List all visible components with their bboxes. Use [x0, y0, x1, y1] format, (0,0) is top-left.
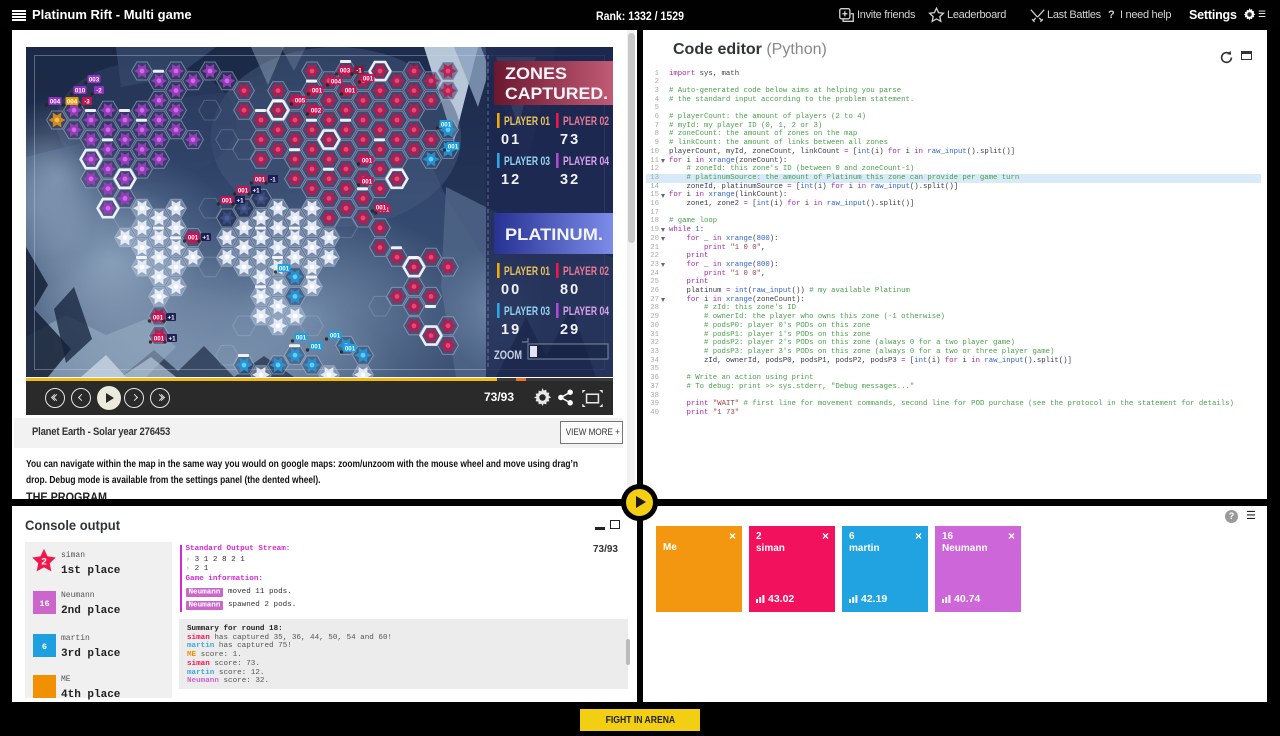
- svg-text:002: 002: [311, 107, 322, 114]
- svg-text:001: 001: [255, 176, 266, 183]
- svg-text:19: 19: [501, 322, 521, 338]
- svg-text:+1: +1: [167, 314, 175, 321]
- svg-text:00: 00: [501, 282, 521, 298]
- svg-text:01: 01: [501, 132, 521, 148]
- svg-text:PLAYER 01: PLAYER 01: [504, 266, 550, 278]
- svg-text:2: 2: [41, 557, 46, 568]
- svg-text:001: 001: [312, 87, 323, 94]
- svg-text:73: 73: [560, 132, 580, 148]
- svg-text:001: 001: [363, 75, 374, 82]
- svg-text:001: 001: [376, 204, 387, 211]
- svg-text:32: 32: [560, 172, 580, 188]
- svg-text:001: 001: [362, 157, 373, 164]
- svg-text:6: 6: [41, 641, 46, 651]
- svg-text:PLAYER 03: PLAYER 03: [504, 156, 550, 168]
- svg-text:004: 004: [331, 78, 342, 85]
- svg-text:004: 004: [67, 98, 78, 105]
- svg-text:001: 001: [448, 143, 459, 150]
- svg-text:ZOOM: ZOOM: [494, 348, 522, 362]
- svg-text:001: 001: [330, 332, 341, 339]
- svg-text:001: 001: [441, 121, 452, 128]
- svg-text:001: 001: [345, 345, 356, 352]
- svg-text:001: 001: [362, 178, 373, 185]
- svg-text:ZONES: ZONES: [505, 65, 567, 83]
- svg-text:CAPTURED.: CAPTURED.: [505, 85, 608, 103]
- svg-text:001: 001: [279, 265, 290, 272]
- svg-text:005: 005: [295, 97, 306, 104]
- svg-text:+1: +1: [168, 335, 176, 342]
- svg-text:004: 004: [50, 98, 61, 105]
- svg-text:001: 001: [153, 314, 164, 321]
- svg-text:001: 001: [238, 187, 249, 194]
- svg-text:PLAYER 04: PLAYER 04: [563, 306, 609, 318]
- svg-text:-1: -1: [270, 176, 276, 183]
- svg-text:001: 001: [345, 87, 356, 94]
- svg-text:+1: +1: [202, 234, 210, 241]
- svg-text:-3: -3: [84, 98, 90, 105]
- svg-text:001: 001: [311, 343, 322, 350]
- svg-text:PLAYER 03: PLAYER 03: [504, 306, 550, 318]
- svg-text:PLAYER 01: PLAYER 01: [504, 116, 550, 128]
- svg-text:PLAYER 04: PLAYER 04: [563, 156, 609, 168]
- svg-text:003: 003: [89, 76, 100, 83]
- svg-text:+1: +1: [236, 197, 244, 204]
- svg-text:PLAYER 02: PLAYER 02: [563, 116, 609, 128]
- svg-text:001: 001: [222, 197, 233, 204]
- svg-text:001: 001: [296, 334, 307, 341]
- svg-text:003: 003: [340, 67, 351, 74]
- svg-text:-1: -1: [356, 67, 362, 74]
- svg-text:PLAYER 02: PLAYER 02: [563, 266, 609, 278]
- svg-text:29: 29: [560, 322, 580, 338]
- svg-text:001: 001: [154, 335, 165, 342]
- svg-text:80: 80: [560, 282, 580, 298]
- svg-text:001: 001: [188, 234, 199, 241]
- svg-text:16: 16: [39, 598, 49, 608]
- svg-text:-2: -2: [96, 87, 102, 94]
- svg-text:PLATINUM.: PLATINUM.: [505, 226, 603, 244]
- svg-text:12: 12: [501, 172, 521, 188]
- svg-text:+1: +1: [252, 187, 260, 194]
- svg-text:010: 010: [75, 87, 86, 94]
